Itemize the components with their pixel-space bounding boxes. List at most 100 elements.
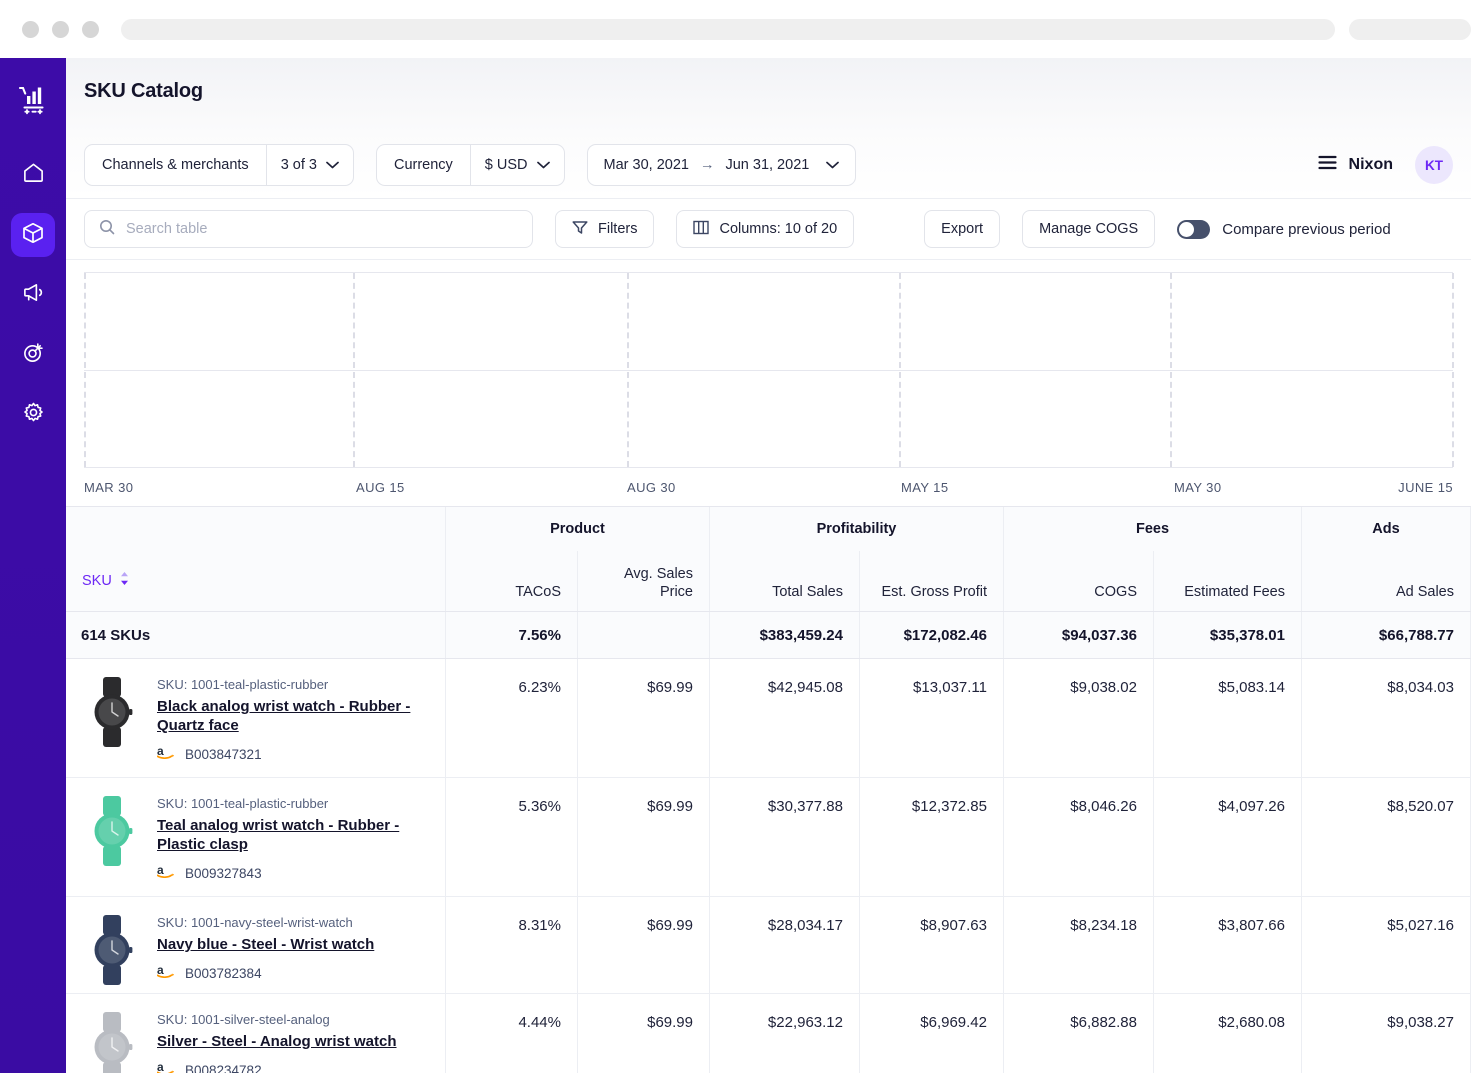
sales-chart-plot-area[interactable] bbox=[84, 272, 1453, 468]
cell-ad-sales: $8,520.07 bbox=[1302, 778, 1471, 896]
search-input[interactable] bbox=[126, 221, 518, 237]
column-avg-sales-price[interactable]: Avg. Sales Price bbox=[578, 551, 710, 611]
group-sku bbox=[66, 507, 446, 551]
marketplace-line: aB003847321 bbox=[157, 744, 423, 764]
columns-label: Columns: 10 of 20 bbox=[719, 221, 837, 237]
summary-cogs: $94,037.36 bbox=[1004, 612, 1154, 658]
account-switcher[interactable]: Nixon bbox=[1318, 155, 1393, 175]
sidebar-item-goals[interactable] bbox=[11, 333, 55, 377]
amazon-icon: a bbox=[157, 863, 176, 883]
product-asin: B008234782 bbox=[185, 1063, 262, 1073]
column-tacos[interactable]: TACoS bbox=[446, 551, 578, 611]
table-row[interactable]: SKU: 1001-teal-plastic-rubber Teal analog… bbox=[66, 778, 1471, 897]
toggle-knob bbox=[1179, 222, 1194, 237]
chart-section: MAR 30 AUG 15 AUG 30 MAY 15 MAY 30 JUNE … bbox=[66, 272, 1471, 506]
browser-extras-bar[interactable] bbox=[1349, 19, 1471, 40]
megaphone-icon bbox=[22, 281, 45, 309]
date-range-arrow-icon: → bbox=[700, 157, 715, 173]
minimize-window-dot[interactable] bbox=[52, 21, 69, 38]
columns-button[interactable]: Columns: 10 of 20 bbox=[676, 210, 854, 248]
sku-table: Product Profitability Fees Ads SKU bbox=[66, 506, 1471, 1073]
product-cell: SKU: 1001-navy-steel-wrist-watchNavy blu… bbox=[66, 897, 446, 993]
hamburger-icon bbox=[1318, 155, 1337, 175]
column-estimated-fees[interactable]: Estimated Fees bbox=[1154, 551, 1302, 611]
analytics-cart-logo[interactable] bbox=[16, 84, 50, 123]
cell-est-gross-profit: $6,969.42 bbox=[860, 994, 1004, 1073]
cell-ad-sales: $9,038.27 bbox=[1302, 994, 1471, 1073]
sort-icon[interactable] bbox=[119, 571, 130, 591]
product-name-link[interactable]: Silver - Steel - Analog wrist watch bbox=[157, 1032, 397, 1051]
window-controls[interactable] bbox=[22, 21, 99, 38]
gridline-horizontal bbox=[84, 370, 1453, 371]
summary-est-gross-profit: $172,082.46 bbox=[860, 612, 1004, 658]
export-button[interactable]: Export bbox=[924, 210, 1000, 248]
cell-est-gross-profit: $12,372.85 bbox=[860, 778, 1004, 896]
sidebar-item-products[interactable] bbox=[11, 213, 55, 257]
product-name-link[interactable]: Navy blue - Steel - Wrist watch bbox=[157, 935, 374, 954]
cell-ad-sales: $8,034.03 bbox=[1302, 659, 1471, 777]
search-table-box[interactable] bbox=[84, 210, 533, 248]
channels-dropdown[interactable]: 3 of 3 bbox=[266, 145, 353, 185]
svg-text:a: a bbox=[157, 1060, 164, 1073]
column-total-sales[interactable]: Total Sales bbox=[710, 551, 860, 611]
sidebar-item-settings[interactable] bbox=[11, 393, 55, 437]
column-sku-label: SKU bbox=[82, 572, 112, 590]
cell-tacos: 6.23% bbox=[446, 659, 578, 777]
cell-estimated-fees: $4,097.26 bbox=[1154, 778, 1302, 896]
group-profitability: Profitability bbox=[710, 507, 1004, 551]
table-row[interactable]: SKU: 1001-teal-plastic-rubber Black analo… bbox=[66, 659, 1471, 778]
group-product: Product bbox=[446, 507, 710, 551]
column-ad-sales[interactable]: Ad Sales bbox=[1302, 551, 1471, 611]
product-sku: SKU: 1001-teal-plastic-rubber bbox=[157, 796, 423, 811]
filters-toolbar: Channels & merchants 3 of 3 Currency $ U… bbox=[66, 132, 1471, 198]
sidebar-item-home[interactable] bbox=[11, 153, 55, 197]
product-thumbnail bbox=[81, 792, 143, 870]
cell-avg-sales-price: $69.99 bbox=[578, 659, 710, 777]
maximize-window-dot[interactable] bbox=[82, 21, 99, 38]
close-window-dot[interactable] bbox=[22, 21, 39, 38]
column-sku[interactable]: SKU bbox=[66, 551, 446, 611]
home-icon bbox=[22, 161, 45, 189]
cell-total-sales: $42,945.08 bbox=[710, 659, 860, 777]
product-sku: SKU: 1001-teal-plastic-rubber bbox=[157, 677, 423, 692]
table-toolbar: Filters Columns: 10 of 20 Export bbox=[66, 198, 1471, 260]
x-tick-label: AUG 15 bbox=[356, 480, 405, 495]
cell-estimated-fees: $2,680.08 bbox=[1154, 994, 1302, 1073]
cell-cogs: $8,046.26 bbox=[1004, 778, 1154, 896]
box-icon bbox=[21, 221, 45, 250]
summary-ad-sales: $66,788.77 bbox=[1302, 612, 1471, 658]
currency-dropdown[interactable]: $ USD bbox=[470, 145, 564, 185]
address-bar[interactable] bbox=[121, 19, 1335, 40]
table-group-header-row: Product Profitability Fees Ads bbox=[66, 507, 1471, 551]
channels-merchants-selector[interactable]: Channels & merchants 3 of 3 bbox=[84, 144, 354, 186]
compare-toggle[interactable] bbox=[1177, 220, 1210, 239]
amazon-icon: a bbox=[157, 1060, 176, 1073]
sidebar-item-campaigns[interactable] bbox=[11, 273, 55, 317]
date-range-picker[interactable]: Mar 30, 2021 → Jun 31, 2021 bbox=[587, 144, 857, 186]
chevron-down-icon bbox=[537, 157, 550, 173]
manage-cogs-button[interactable]: Manage COGS bbox=[1022, 210, 1155, 248]
product-name-link[interactable]: Teal analog wrist watch - Rubber - Plast… bbox=[157, 816, 423, 854]
main-content: SKU Catalog Channels & merchants 3 of 3 … bbox=[66, 58, 1471, 1073]
column-est-gross-profit[interactable]: Est. Gross Profit bbox=[860, 551, 1004, 611]
cell-avg-sales-price: $69.99 bbox=[578, 778, 710, 896]
product-thumbnail bbox=[81, 911, 143, 989]
product-cell: SKU: 1001-teal-plastic-rubber Teal analog… bbox=[66, 778, 446, 896]
cell-total-sales: $28,034.17 bbox=[710, 897, 860, 993]
product-thumbnail bbox=[81, 673, 143, 751]
product-cell: SKU: 1001-teal-plastic-rubber Black analo… bbox=[66, 659, 446, 777]
product-sku: SKU: 1001-silver-steel-analog bbox=[157, 1012, 397, 1027]
product-asin: B003782384 bbox=[185, 966, 262, 981]
amazon-icon: a bbox=[157, 744, 176, 764]
compare-previous-period-control[interactable]: Compare previous period bbox=[1177, 220, 1390, 239]
table-row[interactable]: SKU: 1001-navy-steel-wrist-watchNavy blu… bbox=[66, 897, 1471, 994]
product-asin: B009327843 bbox=[185, 866, 262, 881]
avatar[interactable]: KT bbox=[1415, 146, 1453, 184]
table-row[interactable]: SKU: 1001-silver-steel-analog Silver - St… bbox=[66, 994, 1471, 1073]
filters-button[interactable]: Filters bbox=[555, 210, 654, 248]
currency-selector[interactable]: Currency $ USD bbox=[376, 144, 565, 186]
page-header: SKU Catalog bbox=[66, 58, 1471, 132]
cell-est-gross-profit: $13,037.11 bbox=[860, 659, 1004, 777]
product-name-link[interactable]: Black analog wrist watch - Rubber - Quar… bbox=[157, 697, 423, 735]
column-cogs[interactable]: COGS bbox=[1004, 551, 1154, 611]
